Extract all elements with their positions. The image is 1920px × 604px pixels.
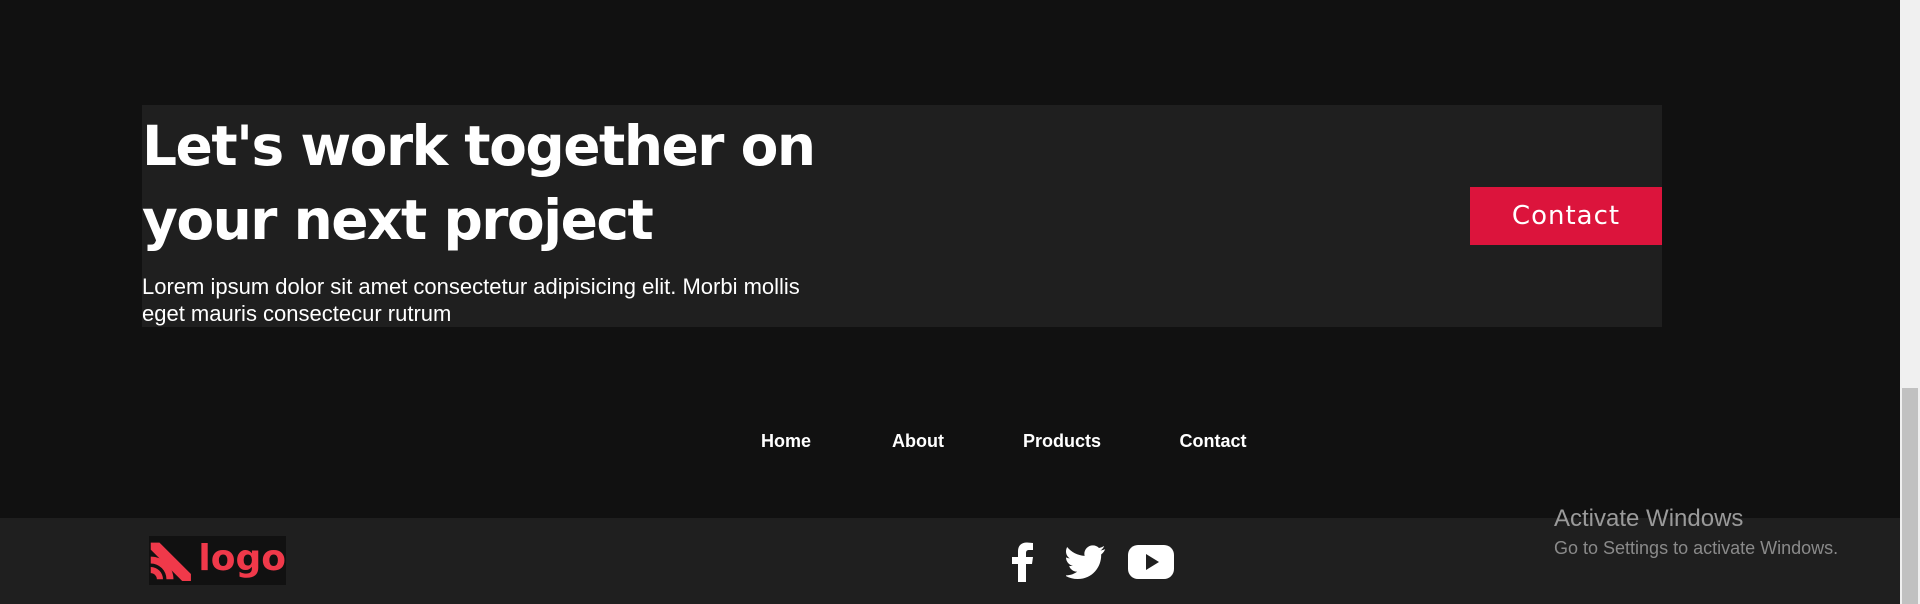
cta-description: Lorem ipsum dolor sit amet consectetur a… bbox=[142, 274, 800, 326]
cta-title: Let's work together on your next project bbox=[142, 114, 816, 252]
twitter-icon[interactable] bbox=[1066, 542, 1106, 582]
nav-link-contact[interactable]: Contact bbox=[1180, 428, 1247, 454]
footer-nav: Home About Products Contact bbox=[0, 428, 1900, 458]
logo-text: logo bbox=[198, 537, 286, 579]
vertical-scrollbar[interactable] bbox=[1900, 0, 1920, 604]
logo[interactable]: logo bbox=[149, 536, 286, 585]
scrollbar-thumb[interactable] bbox=[1902, 388, 1918, 604]
footer-bar: logo bbox=[0, 518, 1900, 604]
nav-link-products[interactable]: Products bbox=[1023, 428, 1101, 454]
contact-button[interactable]: Contact bbox=[1470, 187, 1662, 245]
nav-link-home[interactable]: Home bbox=[761, 428, 811, 454]
nav-link-about[interactable]: About bbox=[892, 428, 944, 454]
facebook-icon[interactable] bbox=[1007, 542, 1037, 582]
cta-section: Let's work together on your next project… bbox=[142, 105, 1662, 327]
page: Let's work together on your next project… bbox=[0, 0, 1900, 604]
youtube-icon[interactable] bbox=[1128, 544, 1174, 580]
rss-logo-icon bbox=[150, 542, 191, 582]
